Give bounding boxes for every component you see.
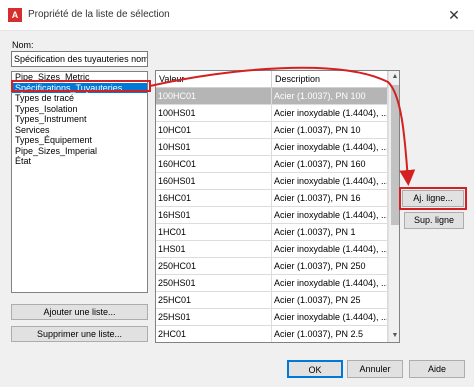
name-label: Nom: <box>12 40 34 50</box>
list-item[interactable]: Types de tracé <box>12 93 147 104</box>
description-cell[interactable]: Acier inoxydable (1.4404), ... <box>272 105 388 122</box>
ok-button[interactable]: OK <box>287 360 343 378</box>
highlight-box-add-row <box>399 187 467 210</box>
description-cell[interactable]: Acier (1.0037), PN 160 <box>272 156 388 173</box>
value-cell[interactable]: 16HS01 <box>156 207 272 224</box>
value-cell[interactable]: 250HC01 <box>156 258 272 275</box>
description-cell[interactable]: Acier (1.0037), PN 16 <box>272 190 388 207</box>
description-cell[interactable]: Acier inoxydable (1.4404), ... <box>272 139 388 156</box>
value-cell[interactable]: 10HC01 <box>156 122 272 139</box>
value-cell[interactable]: 160HS01 <box>156 173 272 190</box>
description-cell[interactable]: Acier inoxydable (1.4404), ... <box>272 241 388 258</box>
scroll-thumb[interactable] <box>391 85 399 225</box>
description-cell[interactable]: Acier (1.0037), PN 250 <box>272 258 388 275</box>
table-row[interactable]: 25HC01 Acier (1.0037), PN 25 <box>156 292 388 309</box>
scroll-up-arrow-icon[interactable]: ▲ <box>389 71 399 83</box>
window-title: Propriété de la liste de sélection <box>28 9 170 20</box>
close-button[interactable]: ✕ <box>434 0 474 31</box>
column-header-description[interactable]: Description <box>272 71 388 88</box>
table-row[interactable]: 160HS01 Acier inoxydable (1.4404), ... <box>156 173 388 190</box>
value-cell[interactable]: 25HS01 <box>156 309 272 326</box>
table-row[interactable]: 10HS01 Acier inoxydable (1.4404), ... <box>156 139 388 156</box>
table-row[interactable]: 100HS01 Acier inoxydable (1.4404), ... <box>156 105 388 122</box>
help-button[interactable]: Aide <box>409 360 465 378</box>
list-item[interactable]: Types_Isolation <box>12 104 147 115</box>
title-bar: A Propriété de la liste de sélection ✕ <box>0 0 474 31</box>
autocad-app-icon: A <box>8 8 22 22</box>
value-cell[interactable]: 250HS01 <box>156 275 272 292</box>
value-cell[interactable]: 160HC01 <box>156 156 272 173</box>
list-item[interactable]: Types_Instrument <box>12 114 147 125</box>
description-cell[interactable]: Acier (1.0037), PN 100 <box>272 88 388 105</box>
name-input[interactable]: Spécification des tuyauteries nomin <box>11 51 148 67</box>
table-row[interactable]: 16HC01 Acier (1.0037), PN 16 <box>156 190 388 207</box>
table-row[interactable]: 250HC01 Acier (1.0037), PN 250 <box>156 258 388 275</box>
highlight-box-list <box>11 80 151 92</box>
description-cell[interactable]: Acier (1.0037), PN 10 <box>272 122 388 139</box>
description-cell[interactable]: Acier (1.0037), PN 2.5 <box>272 326 388 342</box>
description-cell[interactable]: Acier (1.0037), PN 1 <box>272 224 388 241</box>
value-cell[interactable]: 2HC01 <box>156 326 272 342</box>
value-cell[interactable]: 100HC01 <box>156 88 272 105</box>
list-names-box[interactable]: Pipe_Sizes_Metric Spécifications_Tuyaute… <box>11 71 148 293</box>
value-cell[interactable]: 100HS01 <box>156 105 272 122</box>
table-row[interactable]: 2HC01 Acier (1.0037), PN 2.5 <box>156 326 388 342</box>
table-header: Valeur Description <box>156 71 388 88</box>
value-cell[interactable]: 16HC01 <box>156 190 272 207</box>
list-item[interactable]: État <box>12 156 147 167</box>
table-row[interactable]: 1HS01 Acier inoxydable (1.4404), ... <box>156 241 388 258</box>
value-cell[interactable]: 10HS01 <box>156 139 272 156</box>
column-header-value[interactable]: Valeur <box>156 71 272 88</box>
value-cell[interactable]: 1HS01 <box>156 241 272 258</box>
add-list-button[interactable]: Ajouter une liste... <box>11 304 148 320</box>
table-row[interactable]: 160HC01 Acier (1.0037), PN 160 <box>156 156 388 173</box>
table-row[interactable]: 250HS01 Acier inoxydable (1.4404), ... <box>156 275 388 292</box>
table-row[interactable]: 1HC01 Acier (1.0037), PN 1 <box>156 224 388 241</box>
table-row[interactable]: 16HS01 Acier inoxydable (1.4404), ... <box>156 207 388 224</box>
description-cell[interactable]: Acier inoxydable (1.4404), ... <box>272 309 388 326</box>
list-item[interactable]: Pipe_Sizes_Imperial <box>12 146 147 157</box>
description-cell[interactable]: Acier inoxydable (1.4404), ... <box>272 207 388 224</box>
delete-row-button[interactable]: Sup. ligne <box>404 212 464 229</box>
value-cell[interactable]: 1HC01 <box>156 224 272 241</box>
description-cell[interactable]: Acier inoxydable (1.4404), ... <box>272 275 388 292</box>
table-row[interactable]: 100HC01 Acier (1.0037), PN 100 <box>156 88 388 105</box>
description-cell[interactable]: Acier (1.0037), PN 25 <box>272 292 388 309</box>
description-cell[interactable]: Acier inoxydable (1.4404), ... <box>272 173 388 190</box>
values-table[interactable]: Valeur Description 100HC01 Acier (1.0037)… <box>155 70 400 343</box>
cancel-button[interactable]: Annuler <box>347 360 403 378</box>
list-item[interactable]: Types_Équipement <box>12 135 147 146</box>
list-item[interactable]: Services <box>12 125 147 136</box>
table-row[interactable]: 25HS01 Acier inoxydable (1.4404), ... <box>156 309 388 326</box>
table-row[interactable]: 10HC01 Acier (1.0037), PN 10 <box>156 122 388 139</box>
scroll-down-arrow-icon[interactable]: ▼ <box>389 330 399 342</box>
value-cell[interactable]: 25HC01 <box>156 292 272 309</box>
delete-list-button[interactable]: Supprimer une liste... <box>11 326 148 342</box>
